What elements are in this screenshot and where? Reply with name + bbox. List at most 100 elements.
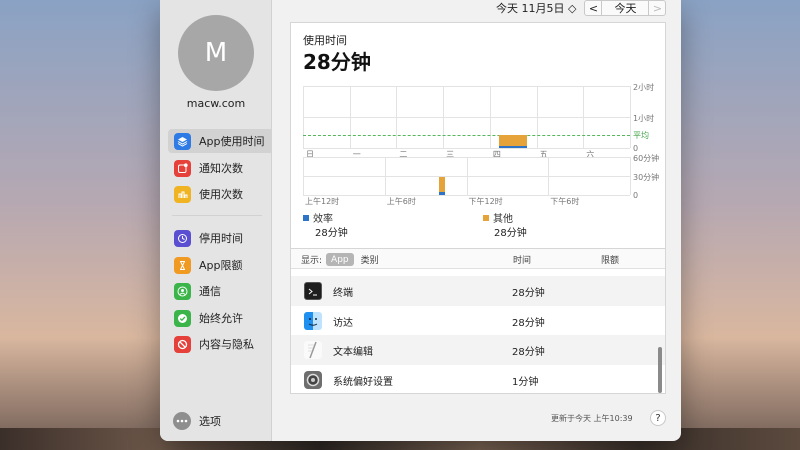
date-navigation: 今天 11月5日 ◇ < 今天 > — [496, 0, 667, 16]
screen-time-window: M macw.com App使用时间 通知次数 使用次数 停用时间 App限额 … — [160, 0, 681, 441]
usage-panel: 使用时间 28分钟 2小时 1小时 0 平均日一二三四五六 60分钟 30分钟 0 上午12… — [290, 22, 666, 394]
bar-其他 — [499, 135, 528, 146]
notification-icon — [174, 159, 191, 177]
average-label: 平均 — [633, 131, 649, 140]
sidebar-item-content-privacy[interactable]: 内容与隐私 — [168, 332, 272, 356]
sidebar-item-app-limits[interactable]: App限额 — [168, 253, 272, 277]
x-tick-label: 下午6时 — [550, 197, 580, 206]
options-label: 选项 — [199, 415, 221, 428]
textedit-icon — [304, 341, 322, 359]
y-tick-label: 0 — [633, 144, 639, 153]
show-control: 显示: App 类别 — [301, 253, 382, 266]
sidebar-divider — [172, 215, 262, 216]
sidebar-item-communication[interactable]: 通信 — [168, 279, 272, 303]
app-time: 28分钟 — [512, 317, 545, 329]
gridline — [536, 86, 538, 148]
avatar[interactable]: M — [178, 15, 254, 91]
bar-效率 — [439, 191, 446, 195]
legend-item-other: 其他 — [483, 210, 513, 225]
y-tick-label: 2小时 — [633, 83, 655, 92]
table-row[interactable]: 文本编辑 28分钟 — [291, 335, 665, 365]
bar-效率 — [499, 145, 528, 148]
today-button[interactable]: 今天 — [602, 0, 649, 16]
y-tick-label: 60分钟 — [633, 154, 660, 163]
layers-icon — [174, 132, 191, 150]
gridline — [583, 86, 585, 148]
x-tick-label: 一 — [352, 150, 361, 159]
help-button[interactable]: ? — [650, 410, 666, 426]
gridline — [349, 86, 351, 148]
legend-label: 其他 — [493, 214, 513, 225]
x-tick-label: 上午12时 — [305, 197, 340, 206]
sidebar-item-label: 内容与隐私 — [199, 338, 254, 351]
sidebar-item-always-allowed[interactable]: 始终允许 — [168, 306, 272, 330]
gridline — [303, 117, 630, 118]
sidebar-item-label: 停用时间 — [199, 232, 243, 245]
app-time: 1分钟 — [512, 376, 539, 388]
segment-app[interactable]: App — [326, 253, 354, 266]
gridline — [489, 86, 491, 148]
contacts-icon — [174, 282, 191, 300]
legend-value-productivity: 28分钟 — [315, 228, 348, 239]
app-name: 文本编辑 — [333, 346, 373, 358]
sidebar-item-label: 始终允许 — [199, 312, 243, 325]
table-row[interactable]: 系统偏好设置 1分钟 — [291, 365, 665, 395]
last-updated-label: 更新于今天 上午10:39 — [551, 414, 633, 423]
previous-day-button[interactable]: < — [584, 0, 603, 16]
segment-category[interactable]: 类别 — [358, 253, 382, 266]
show-label: 显示: — [301, 256, 323, 266]
gridline — [548, 157, 550, 195]
sidebar-item-downtime[interactable]: 停用时间 — [168, 226, 272, 250]
column-limit[interactable]: 限额 — [601, 253, 619, 266]
gridline — [443, 86, 445, 148]
legend-label: 效率 — [313, 214, 333, 225]
next-day-button[interactable]: > — [648, 0, 667, 16]
sidebar-item-label: 通知次数 — [199, 162, 243, 175]
system-preferences-icon — [304, 371, 322, 389]
app-name: 终端 — [333, 287, 353, 299]
checkmark-icon — [174, 309, 191, 327]
pickups-icon — [174, 185, 191, 203]
sidebar-item-pickups[interactable]: 使用次数 — [168, 182, 272, 206]
date-picker[interactable]: 今天 11月5日 ◇ — [496, 0, 576, 16]
downtime-icon — [174, 229, 191, 247]
app-time: 28分钟 — [512, 346, 545, 358]
gridline — [303, 195, 630, 196]
sidebar-item-label: App限额 — [199, 259, 243, 272]
app-time: 28分钟 — [512, 287, 545, 299]
y-tick-label: 1小时 — [633, 114, 655, 123]
restriction-icon — [174, 335, 191, 353]
x-tick-label: 三 — [446, 150, 455, 159]
app-name: 系统偏好设置 — [333, 376, 393, 388]
bar-其他 — [439, 177, 446, 192]
sidebar: M macw.com App使用时间 通知次数 使用次数 停用时间 App限额 … — [160, 0, 272, 441]
x-tick-label: 二 — [399, 150, 408, 159]
options-button[interactable]: 选项 — [173, 412, 221, 430]
y-tick-label: 0 — [633, 191, 639, 200]
app-name: 访达 — [333, 317, 353, 329]
y-tick-label: 30分钟 — [633, 173, 660, 182]
legend-value-other: 28分钟 — [494, 228, 527, 239]
more-icon — [173, 412, 191, 430]
x-tick-label: 六 — [586, 150, 595, 159]
legend-swatch — [303, 214, 309, 221]
sidebar-item-app-usage[interactable]: App使用时间 — [168, 129, 272, 153]
column-time[interactable]: 时间 — [513, 253, 531, 266]
table-row[interactable]: 访达 28分钟 — [291, 306, 665, 336]
gridline — [466, 157, 468, 195]
gridline — [303, 157, 304, 195]
x-tick-label: 上午6时 — [386, 197, 416, 206]
x-tick-label: 四 — [492, 150, 501, 159]
finder-icon — [304, 312, 322, 330]
x-tick-label: 下午12时 — [468, 197, 503, 206]
usage-total: 28分钟 — [303, 50, 371, 74]
legend-item-productivity: 效率 — [303, 210, 333, 225]
sidebar-item-label: 通信 — [199, 285, 221, 298]
table-row[interactable]: 终端 28分钟 — [291, 276, 665, 306]
table-scrollbar[interactable] — [658, 347, 662, 393]
gridline — [630, 86, 631, 148]
hourglass-icon — [174, 256, 191, 274]
gridline — [396, 86, 398, 148]
x-tick-label: 五 — [539, 150, 548, 159]
sidebar-item-notifications[interactable]: 通知次数 — [168, 156, 272, 180]
